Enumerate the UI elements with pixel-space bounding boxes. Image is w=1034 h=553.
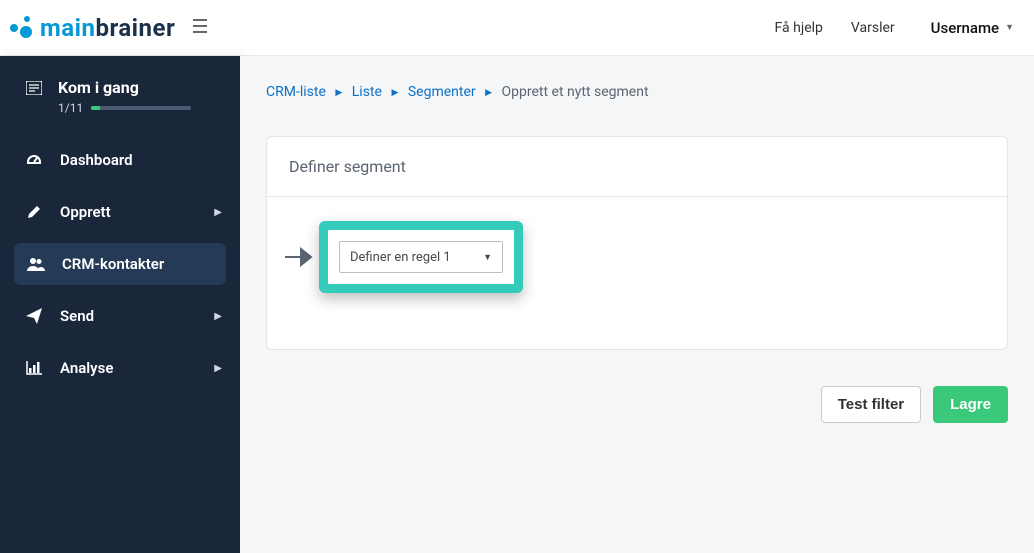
sidebar-item-analyse[interactable]: Analyse ▶ (0, 347, 240, 389)
logo-text-main: main (40, 14, 95, 42)
sidebar: Kom i gang 1/11 Dashboard Opprett ▶ CRM-… (0, 56, 240, 553)
sidebar-get-started[interactable]: Kom i gang 1/11 (0, 78, 240, 139)
user-menu[interactable]: Username ▼ (931, 19, 1014, 37)
sidebar-item-label: CRM-kontakter (62, 255, 214, 273)
breadcrumb-sep-icon: ▶ (335, 88, 342, 98)
alerts-link[interactable]: Varsler (851, 20, 895, 36)
sidebar-item-send[interactable]: Send ▶ (0, 295, 240, 337)
sidebar-item-dashboard[interactable]: Dashboard (0, 139, 240, 181)
arrow-right-icon (279, 244, 317, 270)
main-content: CRM-liste ▶ Liste ▶ Segmenter ▶ Opprett … (240, 56, 1034, 553)
breadcrumb-sep-icon: ▶ (391, 88, 398, 98)
caret-down-icon: ▼ (1005, 22, 1014, 33)
pencil-icon (22, 204, 46, 220)
breadcrumb-link[interactable]: CRM-liste (266, 84, 326, 100)
username-label: Username (931, 19, 999, 37)
topbar: mainbrainer Få hjelp Varsler Username ▼ (0, 0, 1034, 56)
breadcrumb-link[interactable]: Liste (352, 84, 382, 100)
breadcrumb-link[interactable]: Segmenter (408, 84, 476, 100)
breadcrumb-sep-icon: ▶ (485, 88, 492, 98)
save-button[interactable]: Lagre (933, 386, 1008, 423)
logo[interactable]: mainbrainer (8, 14, 175, 42)
caret-down-icon: ▼ (483, 252, 492, 263)
breadcrumb: CRM-liste ▶ Liste ▶ Segmenter ▶ Opprett … (266, 84, 1008, 100)
dashboard-icon (22, 152, 46, 168)
dropdown-label: Definer en regel 1 (350, 250, 451, 265)
chevron-right-icon: ▶ (214, 363, 222, 374)
chart-icon (22, 361, 46, 375)
list-icon (22, 81, 46, 95)
contacts-icon (24, 257, 48, 271)
breadcrumb-current: Opprett et nytt segment (502, 84, 649, 100)
define-segment-card: Definer segment Definer en regel 1 ▼ (266, 136, 1008, 350)
send-icon (22, 308, 46, 324)
get-started-title: Kom i gang (58, 78, 139, 97)
sidebar-item-crm-contacts[interactable]: CRM-kontakter (14, 243, 226, 285)
sidebar-item-label: Opprett (60, 203, 214, 221)
sidebar-item-label: Dashboard (60, 151, 228, 169)
chevron-right-icon: ▶ (214, 311, 222, 322)
action-bar: Test filter Lagre (266, 386, 1008, 423)
sidebar-item-label: Send (60, 307, 214, 325)
hamburger-icon[interactable] (193, 18, 207, 37)
help-link[interactable]: Få hjelp (775, 20, 823, 36)
logo-text-sub: brainer (95, 14, 175, 42)
sidebar-item-create[interactable]: Opprett ▶ (0, 191, 240, 233)
define-rule-dropdown[interactable]: Definer en regel 1 ▼ (339, 241, 503, 273)
highlight-box: Definer en regel 1 ▼ (319, 221, 523, 293)
chevron-right-icon: ▶ (214, 207, 222, 218)
test-filter-button[interactable]: Test filter (821, 386, 921, 423)
logo-dots-icon (8, 14, 36, 42)
card-title: Definer segment (267, 137, 1007, 197)
progress-bar (91, 106, 191, 110)
progress-label: 1/11 (58, 101, 83, 115)
sidebar-item-label: Analyse (60, 359, 214, 377)
